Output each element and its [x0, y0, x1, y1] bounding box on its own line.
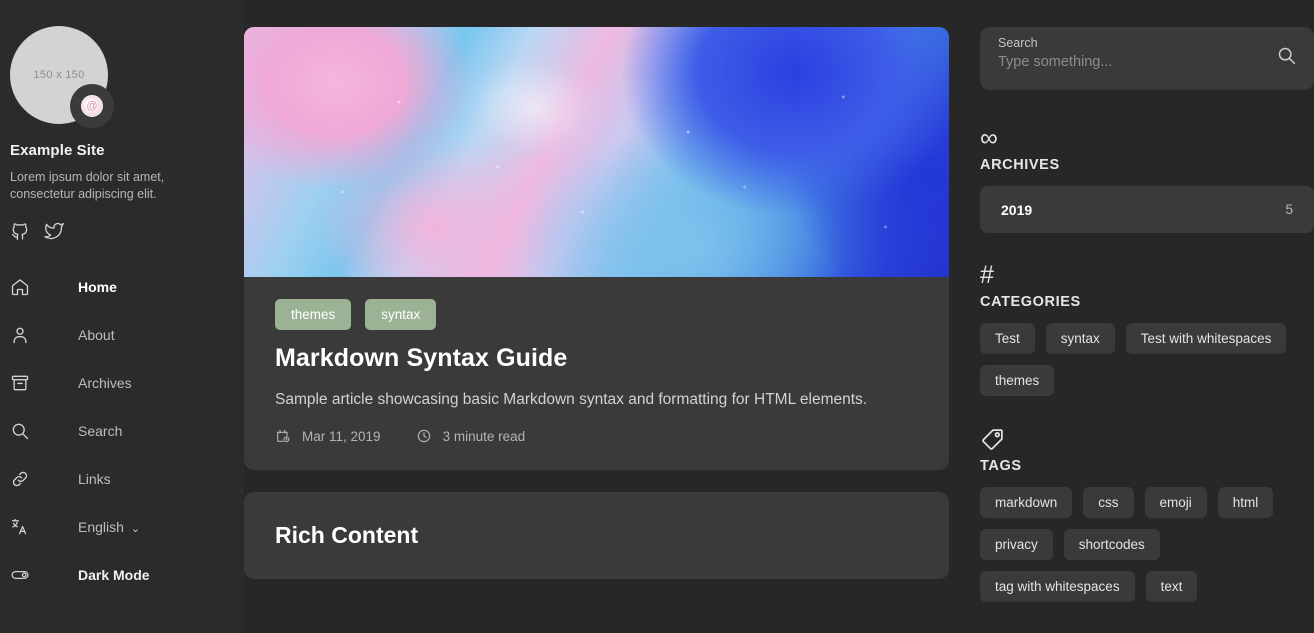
translate-icon	[10, 517, 30, 537]
sidebar-item-archives[interactable]: Archives	[0, 359, 244, 407]
post-card[interactable]: themes syntax Markdown Syntax Guide Samp…	[244, 27, 949, 471]
post-date: Mar 11, 2019	[302, 428, 381, 444]
post-hero-image	[244, 27, 949, 277]
left-sidebar: 150 x 150 @ Example Site Lorem ipsum dol…	[0, 0, 244, 633]
tags-heading: TAGS	[980, 458, 1022, 474]
sidebar-item-label: About	[78, 326, 115, 343]
spiral-logo-icon: @	[81, 95, 103, 117]
site-title: Example Site	[10, 142, 105, 159]
tag-chip[interactable]: tag with whitespaces	[980, 571, 1135, 602]
archive-box-icon	[10, 373, 30, 393]
tag-chip[interactable]: markdown	[980, 487, 1073, 518]
archives-heading: ARCHIVES	[980, 157, 1060, 173]
tag-chip[interactable]: css	[1083, 487, 1134, 518]
twitter-icon[interactable]	[44, 221, 64, 241]
categories-heading: CATEGORIES	[980, 294, 1081, 310]
tags-list: markdown css emoji html privacy shortcod…	[980, 487, 1314, 602]
next-post-card[interactable]: Rich Content	[244, 492, 949, 580]
link-icon	[10, 469, 30, 489]
sidebar-item-label: Links	[78, 470, 111, 487]
archive-year: 2019	[1001, 201, 1033, 218]
tag-chip[interactable]: html	[1217, 487, 1274, 518]
site-description: Lorem ipsum dolor sit amet, consectetur …	[10, 170, 165, 201]
post-card-body: themes syntax Markdown Syntax Guide Samp…	[244, 277, 949, 470]
post-meta: Mar 11, 2019 3 minute read	[275, 428, 918, 444]
github-icon[interactable]	[10, 221, 30, 241]
dark-mode-toggle[interactable]: Dark Mode	[0, 551, 244, 599]
search-widget[interactable]: Search	[980, 27, 1314, 90]
archives-widget: ∞ ARCHIVES 2019 5	[980, 126, 1314, 233]
sidebar-item-home[interactable]: Home	[0, 263, 244, 311]
toggle-switch-icon	[10, 565, 30, 585]
search-icon	[10, 421, 30, 441]
sidebar-item-label: Search	[78, 422, 123, 439]
post-tag-list: themes syntax	[275, 299, 918, 330]
right-sidebar: Search ∞ ARCHIVES 2019 5 # CATEGORIES Te…	[980, 0, 1314, 633]
next-post-title[interactable]: Rich Content	[244, 492, 949, 579]
archive-row[interactable]: 2019 5	[980, 186, 1314, 233]
infinity-icon: ∞	[980, 124, 998, 152]
sidebar-item-search[interactable]: Search	[0, 407, 244, 455]
category-chip[interactable]: Test with whitespaces	[1125, 323, 1287, 354]
clock-icon	[416, 428, 432, 444]
sidebar-item-label: Home	[78, 278, 117, 295]
post-title[interactable]: Markdown Syntax Guide	[275, 344, 918, 373]
dark-mode-label: Dark Mode	[78, 566, 150, 583]
page-root: 150 x 150 @ Example Site Lorem ipsum dol…	[0, 0, 1314, 633]
sidebar-nav: Home About Archives Search Links English…	[0, 263, 244, 599]
post-tag[interactable]: syntax	[365, 299, 437, 330]
avatar[interactable]: 150 x 150 @	[10, 26, 114, 128]
search-input[interactable]	[998, 54, 1296, 70]
main-content: themes syntax Markdown Syntax Guide Samp…	[244, 0, 980, 633]
tag-chip[interactable]: shortcodes	[1063, 529, 1160, 560]
language-label: English ⌄	[78, 518, 141, 535]
social-links	[10, 221, 244, 241]
post-tag[interactable]: themes	[275, 299, 352, 330]
user-icon	[10, 325, 30, 345]
post-read-time: 3 minute read	[442, 428, 526, 444]
hash-icon: #	[980, 261, 994, 289]
tag-chip[interactable]: privacy	[980, 529, 1053, 560]
chevron-down-icon: ⌄	[130, 522, 141, 535]
tag-icon	[980, 426, 1314, 452]
category-chip[interactable]: syntax	[1045, 323, 1115, 354]
avatar-badge: @	[70, 84, 114, 128]
categories-list: Test syntax Test with whitespaces themes	[980, 323, 1314, 396]
sidebar-item-links[interactable]: Links	[0, 455, 244, 503]
calendar-icon	[275, 428, 291, 444]
archive-count: 5	[1285, 202, 1293, 217]
search-fields: Search	[998, 36, 1296, 71]
post-summary: Sample article showcasing basic Markdown…	[275, 391, 868, 408]
search-label: Search	[998, 36, 1038, 50]
tag-chip[interactable]: emoji	[1144, 487, 1207, 518]
home-icon	[10, 277, 30, 297]
categories-widget: # CATEGORIES Test syntax Test with white…	[980, 263, 1314, 396]
avatar-placeholder-text: 150 x 150	[33, 69, 85, 81]
sidebar-item-about[interactable]: About	[0, 311, 244, 359]
tag-chip[interactable]: text	[1145, 571, 1198, 602]
tags-widget: TAGS markdown css emoji html privacy sho…	[980, 426, 1314, 602]
language-selector[interactable]: English ⌄	[0, 503, 244, 551]
category-chip[interactable]: themes	[980, 365, 1055, 396]
category-chip[interactable]: Test	[980, 323, 1035, 354]
sidebar-item-label: Archives	[78, 374, 132, 391]
